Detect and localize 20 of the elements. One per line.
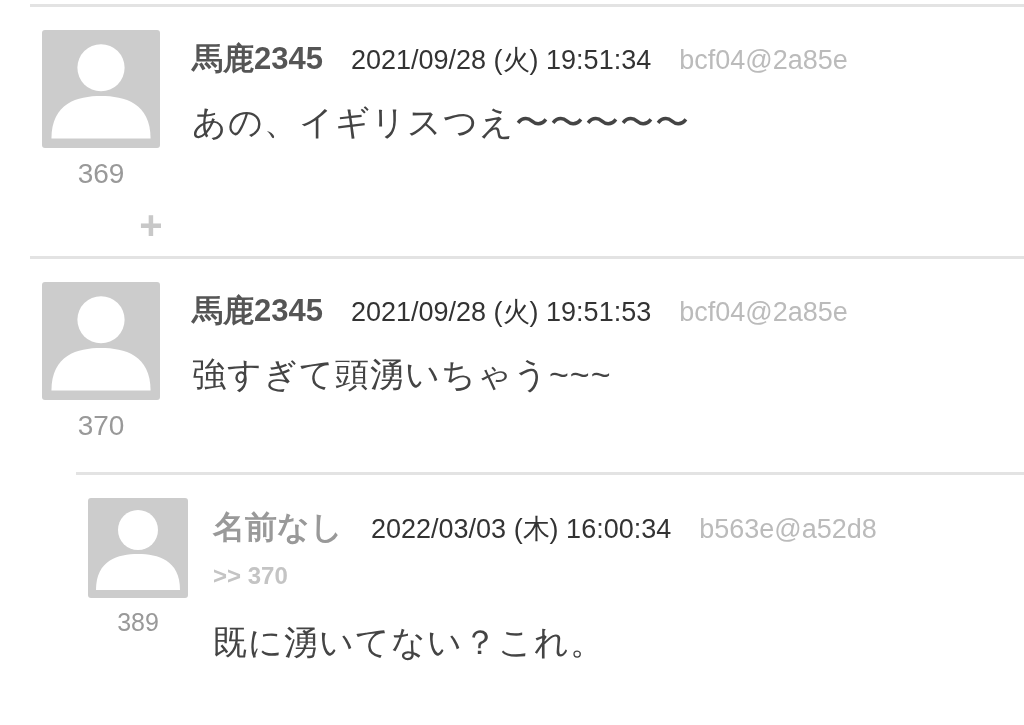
avatar-icon [42, 30, 160, 148]
post-body: 強すぎて頭湧いちゃう~~~ [192, 354, 613, 395]
user-name: 馬鹿2345 [192, 40, 323, 78]
post-date: 2021/09/28 (火) 19:51:53 [350, 296, 652, 329]
user-id: b563e@a52d8 [699, 514, 877, 545]
user-name: 馬鹿2345 [192, 292, 323, 330]
user-id: bcf04@2a85e [679, 45, 848, 76]
post-date: 2022/03/03 (木) 16:00:34 [371, 513, 672, 546]
expand-button[interactable]: + [139, 208, 163, 242]
avatar-icon [88, 498, 188, 598]
post-date: 2021/09/28 (火) 19:51:34 [350, 44, 652, 77]
avatar-icon [42, 282, 160, 400]
post-number: 389 [117, 608, 159, 637]
post-number: 369 [77, 158, 125, 190]
user-id: bcf04@2a85e [679, 297, 848, 328]
post-body: あの、イギリスつえ〜〜〜〜〜 [192, 102, 691, 143]
user-name: 名前なし [213, 508, 343, 547]
post-body: 既に湧いてない？これ。 [213, 622, 606, 663]
reply-link[interactable]: >> 370 [213, 562, 1024, 590]
post-number: 370 [77, 410, 125, 442]
